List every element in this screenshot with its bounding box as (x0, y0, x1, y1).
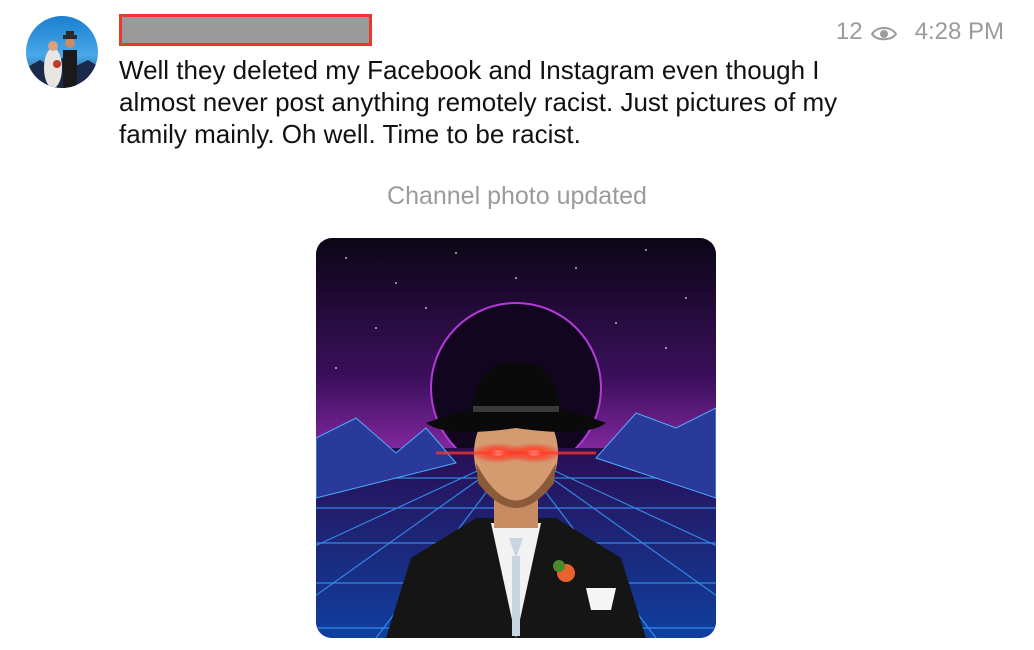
service-message: Channel photo updated (387, 182, 647, 210)
channel-photo[interactable] (316, 238, 716, 638)
view-count: 12 (835, 18, 863, 45)
message-meta: 12 4:28 PM (836, 18, 1004, 46)
eye-icon (870, 22, 897, 42)
avatar-image (26, 16, 98, 88)
channel-photo-image (316, 238, 716, 638)
message-time: 4:28 PM (914, 18, 1004, 45)
message-text: Well they deleted my Facebook and Instag… (119, 55, 838, 149)
channel-avatar[interactable] (26, 16, 98, 88)
redacted-channel-name (119, 14, 372, 46)
